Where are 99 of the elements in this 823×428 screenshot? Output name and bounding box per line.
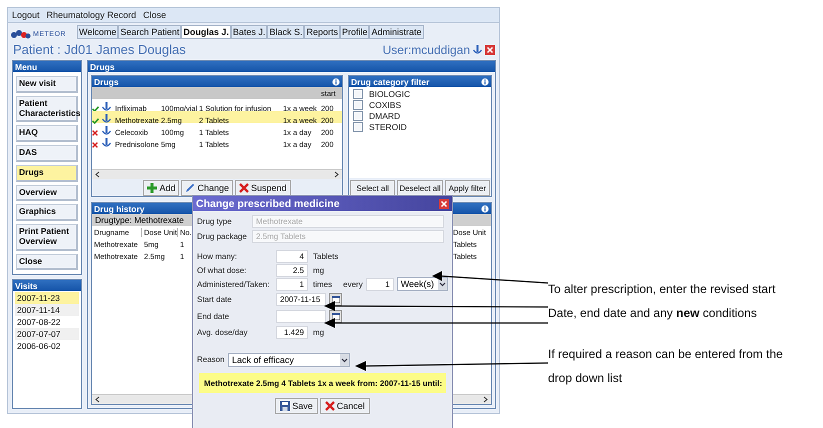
annotation-text: To alter prescription, enter the revised start Date, end date and any new conditions: [548, 281, 776, 322]
pencil-icon: [185, 183, 196, 193]
unit-label: mg: [313, 266, 324, 274]
menu-item[interactable]: New visit: [16, 76, 78, 93]
patient-title: Patient : Jd01 James Douglas: [13, 42, 186, 57]
cross-icon: [324, 401, 335, 411]
field-label: Drug package: [197, 232, 248, 241]
cross-icon: [239, 183, 249, 193]
field-label: Avg. dose/day: [197, 328, 249, 336]
tab[interactable]: Administrate: [369, 25, 424, 39]
filter-button[interactable]: Select all: [350, 180, 396, 196]
unit-label: mg: [313, 328, 324, 336]
filter-button[interactable]: Apply filter: [444, 180, 490, 196]
menu-link[interactable]: Logout: [12, 10, 40, 20]
field-label: Drug type: [197, 217, 233, 226]
info-icon: [481, 78, 489, 86]
menu-link[interactable]: Rheumatology Record: [46, 10, 136, 20]
field-label: every: [343, 280, 363, 288]
toolbar-button[interactable]: Change: [181, 180, 233, 196]
dialog-button[interactable]: Cancel: [320, 398, 370, 414]
info-arrow-icon: [102, 114, 111, 124]
input-field[interactable]: 1: [366, 278, 394, 290]
input-field[interactable]: 1: [276, 278, 308, 290]
scroll-left-icon[interactable]: [94, 171, 101, 178]
cross-icon: [92, 130, 98, 136]
menu-item[interactable]: Graphics: [16, 204, 78, 222]
menu-link[interactable]: Close: [143, 10, 166, 20]
scroll-right-icon[interactable]: [333, 171, 340, 178]
date-field[interactable]: 2007-11-15: [276, 293, 326, 306]
menu-item[interactable]: HAQ: [16, 125, 78, 142]
visit-item[interactable]: 2007-11-23: [15, 292, 79, 304]
menu-item[interactable]: Close: [16, 254, 78, 270]
input-field[interactable]: 1.429: [276, 326, 308, 338]
tab[interactable]: Profile: [340, 25, 370, 39]
tab[interactable]: Black S.: [267, 25, 304, 39]
input-field[interactable]: 2.5: [276, 264, 308, 276]
scrollbar[interactable]: [92, 169, 342, 179]
tab[interactable]: Welcome: [77, 25, 118, 39]
field-label: Of what dose:: [197, 266, 248, 274]
menu-item[interactable]: DAS: [16, 145, 78, 162]
info-arrow-icon: [102, 102, 111, 112]
field-label: Administered/Taken:: [197, 280, 270, 288]
scroll-left-icon[interactable]: [94, 396, 101, 403]
menu-item[interactable]: Print Patient Overview: [16, 224, 78, 251]
plus-icon: [147, 183, 158, 193]
cross-icon: [92, 142, 98, 148]
annotation-text: If required a reason can be entered from the drop down list: [548, 346, 783, 387]
panel-header: Drugs: [92, 76, 342, 87]
dialog-title-bar: Change prescribed medicine: [193, 196, 452, 211]
panel-header: Visits: [13, 280, 81, 292]
visit-item[interactable]: 2007-11-14: [15, 304, 79, 316]
tab[interactable]: Douglas J.: [181, 25, 231, 39]
checkbox[interactable]: [353, 122, 363, 132]
scroll-right-icon[interactable]: [482, 396, 489, 403]
checkbox[interactable]: [353, 100, 363, 110]
toolbar-button[interactable]: Suspend: [235, 180, 291, 196]
unit-label: times: [313, 280, 332, 288]
panel-header: Drug category filter: [349, 76, 491, 87]
summary-text: Methotrexate 2.5mg 4 Tablets 1x a week from: 2007-11-15 until:: [199, 373, 446, 393]
tab[interactable]: Bates J.: [230, 25, 268, 39]
field-label: How many:: [197, 252, 238, 260]
dropdown-caret-icon: [438, 278, 447, 290]
menu-item[interactable]: Drugs: [16, 164, 78, 182]
close-icon[interactable]: [485, 44, 495, 54]
calendar-icon: [332, 296, 340, 303]
checkbox-label: DMARD: [369, 111, 400, 121]
info-arrow-icon: [102, 126, 111, 136]
input-field[interactable]: 4: [276, 250, 308, 262]
checkbox[interactable]: [353, 89, 363, 99]
dialog-button[interactable]: Save: [275, 398, 318, 414]
info-icon: [332, 78, 340, 86]
dropdown[interactable]: Lack of efficacy: [228, 352, 350, 366]
visit-item[interactable]: 2007-07-07: [15, 328, 79, 340]
dropdown-caret-icon: [340, 354, 349, 366]
tab[interactable]: Reports: [304, 25, 340, 39]
checkbox-label: BIOLOGIC: [369, 89, 410, 99]
dropdown[interactable]: Week(s): [396, 277, 448, 291]
info-arrow-icon: [473, 44, 482, 54]
checkbox[interactable]: [353, 111, 363, 121]
logo-icon: [11, 30, 31, 39]
unit-label: Tablets: [313, 252, 338, 260]
info-icon: [481, 204, 489, 212]
field-label: End date: [197, 312, 230, 321]
panel-header: Drugs: [88, 61, 495, 72]
filter-button[interactable]: Deselect all: [397, 180, 443, 196]
toolbar-button[interactable]: Add: [143, 180, 180, 196]
panel-header: Menu: [13, 61, 81, 72]
info-arrow-icon: [102, 138, 111, 148]
menu-item[interactable]: Overview: [16, 184, 78, 202]
checkbox-label: COXIBS: [369, 100, 402, 110]
user-name: User:mcuddigan: [382, 42, 470, 56]
menu-item[interactable]: Patient Characteristics: [16, 96, 78, 122]
checkbox-label: STEROID: [369, 122, 407, 132]
tab[interactable]: Search Patient: [118, 25, 182, 39]
field-label: Start date: [197, 295, 233, 304]
field-label: Reason: [197, 355, 225, 364]
date-field[interactable]: [276, 310, 326, 323]
calendar-icon: [332, 313, 340, 320]
close-icon[interactable]: [439, 198, 449, 208]
